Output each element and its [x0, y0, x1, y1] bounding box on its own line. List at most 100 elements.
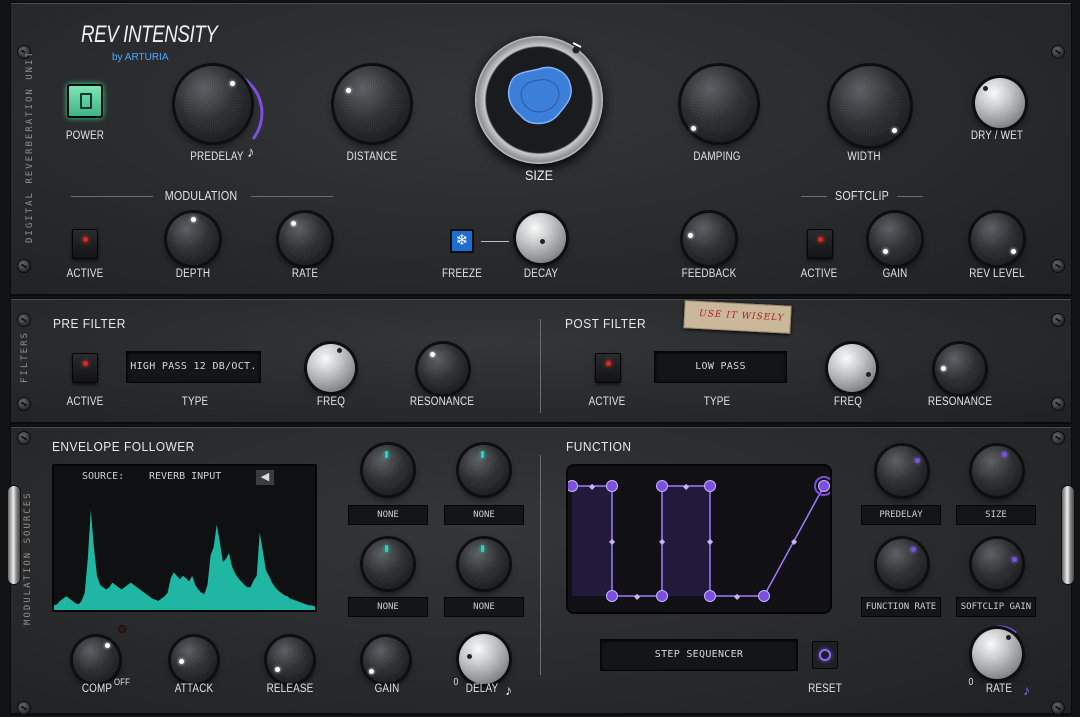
- modulation-title: MODULATION: [164, 189, 238, 203]
- connector-line: [481, 241, 509, 242]
- pre-filter-active-label: ACTIVE: [66, 396, 104, 408]
- env-target-3[interactable]: NONE: [348, 597, 428, 617]
- env-target-4[interactable]: NONE: [444, 597, 524, 617]
- release-knob[interactable]: [267, 637, 313, 683]
- delay-sync-icon[interactable]: ♪: [505, 682, 512, 698]
- function-mode-select[interactable]: STEP SEQUENCER: [600, 639, 798, 671]
- damping-knob[interactable]: [681, 66, 757, 142]
- screw-icon: [17, 259, 31, 273]
- screw-icon: [17, 701, 31, 715]
- post-filter-resonance-knob[interactable]: [935, 344, 985, 394]
- function-rate-knob[interactable]: [972, 629, 1022, 679]
- softclip-gain-knob[interactable]: [869, 213, 921, 265]
- decay-label: DECAY: [523, 268, 559, 280]
- comp-led: [118, 625, 126, 633]
- func-target-knob-3[interactable]: [877, 539, 927, 589]
- delay-zero-label: 0: [453, 677, 459, 688]
- waveform-fill: [54, 509, 315, 610]
- brand-title: REV INTENSITY: [81, 21, 218, 48]
- seq-fill: [572, 486, 612, 596]
- seq-point: [656, 590, 668, 602]
- func-target-knob-1[interactable]: [877, 446, 927, 496]
- comp-knob[interactable]: [73, 637, 119, 683]
- screw-icon: [1051, 259, 1065, 273]
- pre-filter-type-select[interactable]: HIGH PASS 12 DB/OCT.: [126, 351, 261, 383]
- pre-filter-active-button[interactable]: [72, 353, 98, 383]
- env-target-knob-3[interactable]: [363, 539, 413, 589]
- pre-filter-resonance-label: RESONANCE: [409, 396, 475, 408]
- screw-icon: [1051, 701, 1065, 715]
- rack-handle-right: [1061, 485, 1075, 585]
- mod-active-button[interactable]: [72, 229, 98, 259]
- source-value[interactable]: REVERB INPUT: [149, 471, 221, 482]
- envelope-display: SOURCE: REVERB INPUT ◀: [52, 464, 317, 612]
- attack-knob[interactable]: [171, 637, 217, 683]
- decay-knob[interactable]: [516, 213, 566, 263]
- func-target-3[interactable]: FUNCTION RATE: [861, 597, 941, 617]
- func-target-4[interactable]: SOFTCLIP GAIN: [956, 597, 1036, 617]
- feedback-knob[interactable]: [683, 213, 735, 265]
- func-target-knob-2[interactable]: [972, 446, 1022, 496]
- dry-wet-label: DRY / WET: [970, 130, 1024, 142]
- env-target-knob-2[interactable]: [459, 445, 509, 495]
- post-filter-freq-knob[interactable]: [828, 344, 876, 392]
- env-target-knob-4[interactable]: [459, 539, 509, 589]
- sticky-note-text: USE IT WISELY: [698, 308, 785, 324]
- divider: [540, 319, 541, 413]
- distance-knob[interactable]: [334, 66, 410, 142]
- freeze-button[interactable]: ❄: [450, 229, 474, 253]
- speaker-icon[interactable]: ◀: [255, 469, 275, 486]
- dry-wet-knob[interactable]: [975, 78, 1025, 128]
- screw-icon: [17, 397, 31, 411]
- seq-point: [606, 590, 618, 602]
- rate-knob[interactable]: [279, 213, 331, 265]
- rate-label: RATE: [291, 268, 319, 280]
- env-target-knob-1[interactable]: [363, 445, 413, 495]
- pre-filter-resonance-knob[interactable]: [418, 344, 468, 394]
- rate-sync-icon[interactable]: ♪: [1023, 682, 1030, 698]
- power-button[interactable]: [67, 84, 103, 118]
- post-filter-resonance-label: RESONANCE: [927, 396, 993, 408]
- seq-handle: ◆: [734, 592, 741, 601]
- power-icon: [80, 93, 92, 109]
- env-target-1[interactable]: NONE: [348, 505, 428, 525]
- predelay-knob[interactable]: [175, 66, 251, 142]
- func-target-2[interactable]: SIZE: [956, 505, 1036, 525]
- attack-label: ATTACK: [174, 683, 214, 695]
- reset-button[interactable]: [812, 641, 838, 669]
- size-label: SIZE: [524, 167, 554, 183]
- softclip-active-button[interactable]: [807, 229, 833, 259]
- note-sync-icon[interactable]: ♪: [247, 144, 255, 161]
- divider: [897, 196, 923, 197]
- reset-icon: [819, 649, 831, 661]
- depth-label: DEPTH: [175, 268, 211, 280]
- post-filter-type-select[interactable]: LOW PASS: [654, 351, 787, 383]
- width-knob[interactable]: [830, 66, 910, 146]
- size-knob[interactable]: [475, 36, 603, 164]
- delay-knob[interactable]: [459, 634, 509, 684]
- envelope-waveform: [54, 509, 315, 610]
- seq-point: [606, 480, 618, 492]
- softclip-active-label: ACTIVE: [800, 268, 838, 280]
- func-target-1[interactable]: PREDELAY: [861, 505, 941, 525]
- brand-subtitle: by ARTURIA: [112, 52, 169, 63]
- pre-filter-freq-knob[interactable]: [307, 344, 355, 392]
- snowflake-icon: ❄: [455, 232, 469, 249]
- side-label: FILTERS: [20, 331, 30, 383]
- rev-level-knob[interactable]: [971, 213, 1023, 265]
- seq-handle: ◆: [707, 537, 714, 546]
- env-target-2[interactable]: NONE: [444, 505, 524, 525]
- sticky-note: USE IT WISELY: [683, 300, 792, 334]
- source-label: SOURCE:: [82, 471, 125, 482]
- reset-label: RESET: [808, 683, 842, 695]
- comp-off-label: OFF: [113, 677, 131, 687]
- screw-icon: [1051, 45, 1065, 59]
- env-gain-knob[interactable]: [363, 637, 409, 683]
- rev-level-label: REV LEVEL: [969, 268, 1025, 280]
- function-display[interactable]: ◆ ◆ ◆ ◆ ◆ ◆ ◆ ◆: [566, 464, 832, 614]
- post-filter-active-button[interactable]: [595, 353, 621, 383]
- seq-fill: [662, 486, 710, 596]
- seq-handle: ◆: [683, 482, 690, 491]
- func-target-knob-4[interactable]: [972, 539, 1022, 589]
- depth-knob[interactable]: [167, 213, 219, 265]
